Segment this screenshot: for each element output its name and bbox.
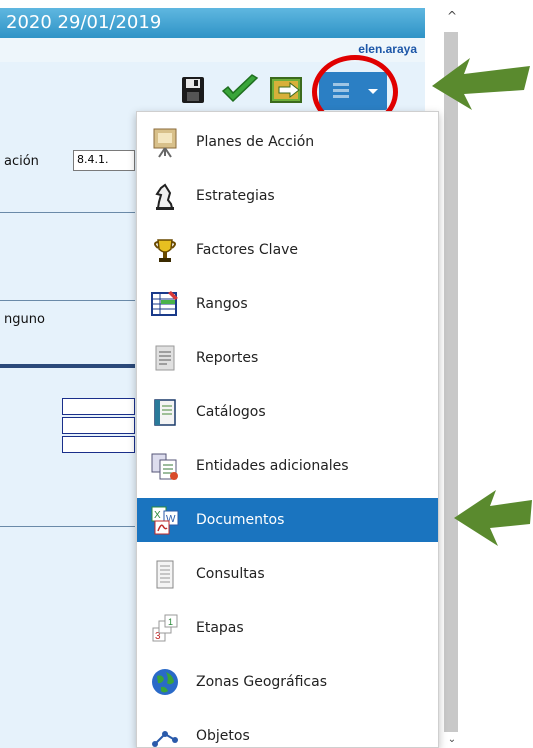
menu-item-label: Catálogos: [196, 404, 266, 420]
query-document-icon: [156, 560, 174, 589]
chess-knight-icon: [155, 183, 174, 210]
svg-text:1: 1: [168, 617, 173, 627]
stages-icon: 3 1: [152, 614, 178, 642]
menu-item-etapas[interactable]: 3 1 Etapas: [137, 606, 438, 650]
menu-item-label: Estrategias: [196, 188, 275, 204]
menu-item-factores-clave[interactable]: Factores Clave: [137, 228, 438, 272]
menu-item-label: Consultas: [196, 566, 265, 582]
menu-item-label: Documentos: [196, 512, 285, 528]
ranges-table-icon: [151, 291, 178, 316]
office-documents-icon: X W: [151, 506, 179, 535]
report-document-icon: [155, 345, 175, 371]
floppy-disk-icon: [182, 77, 204, 103]
menu-item-label: Rangos: [196, 296, 248, 312]
menu-item-label: Objetos: [196, 728, 250, 744]
menu-item-consultas[interactable]: Consultas: [137, 552, 438, 596]
scroll-up-icon[interactable]: ^: [446, 10, 458, 22]
menu-item-label: Zonas Geográficas: [196, 674, 327, 690]
menu-item-label: Entidades adicionales: [196, 458, 349, 474]
annotation-arrow-icon: [454, 490, 532, 546]
trophy-icon: [154, 239, 176, 262]
field-box[interactable]: [62, 436, 135, 453]
menu-item-documentos[interactable]: X W Documentos: [137, 498, 438, 542]
scroll-thumb[interactable]: [444, 32, 458, 732]
menu-item-rangos[interactable]: Rangos: [137, 282, 438, 326]
annotation-arrow-icon: [432, 58, 530, 110]
entities-icon: [151, 453, 178, 480]
confirm-button[interactable]: [220, 72, 259, 108]
header-date: 2020 29/01/2019: [6, 12, 162, 33]
presentation-board-icon: [153, 128, 177, 158]
header-bar: 2020 29/01/2019: [0, 8, 425, 38]
code-label: ación: [4, 154, 39, 169]
field-box[interactable]: [62, 398, 135, 415]
export-arrow-icon: [270, 77, 302, 103]
field-box[interactable]: [62, 417, 135, 434]
menu-item-entidades-adicionales[interactable]: Entidades adicionales: [137, 444, 438, 488]
menu-item-objetos[interactable]: Objetos: [137, 714, 438, 747]
menu-item-label: Reportes: [196, 350, 259, 366]
divider: [0, 526, 135, 527]
save-button[interactable]: [176, 72, 210, 108]
export-button[interactable]: [268, 72, 302, 108]
svg-text:X: X: [154, 510, 161, 521]
objects-icon: [152, 731, 178, 747]
menu-item-estrategias[interactable]: Estrategias: [137, 174, 438, 218]
menu-item-label: Factores Clave: [196, 242, 299, 258]
user-name[interactable]: elen.araya: [358, 42, 417, 56]
scroll-down-icon[interactable]: ⌄: [446, 734, 458, 746]
green-check-icon: [221, 74, 259, 103]
divider: [0, 212, 135, 213]
divider: [0, 300, 135, 301]
none-label: nguno: [4, 312, 45, 327]
globe-icon: [152, 669, 178, 695]
menu-item-label: Planes de Acción: [196, 134, 315, 150]
options-dropdown-menu: Planes de Acción Estrategias Factores Cl…: [136, 111, 439, 748]
menu-item-label: Etapas: [196, 620, 244, 636]
menu-item-zonas-geograficas[interactable]: Zonas Geográficas: [137, 660, 438, 704]
code-input[interactable]: 8.4.1.: [73, 150, 135, 171]
menu-item-reportes[interactable]: Reportes: [137, 336, 438, 380]
catalog-book-icon: [154, 399, 176, 426]
menu-item-planes-de-accion[interactable]: Planes de Acción: [137, 120, 438, 164]
menu-item-catalogos[interactable]: Catálogos: [137, 390, 438, 434]
section-divider: [0, 364, 135, 368]
